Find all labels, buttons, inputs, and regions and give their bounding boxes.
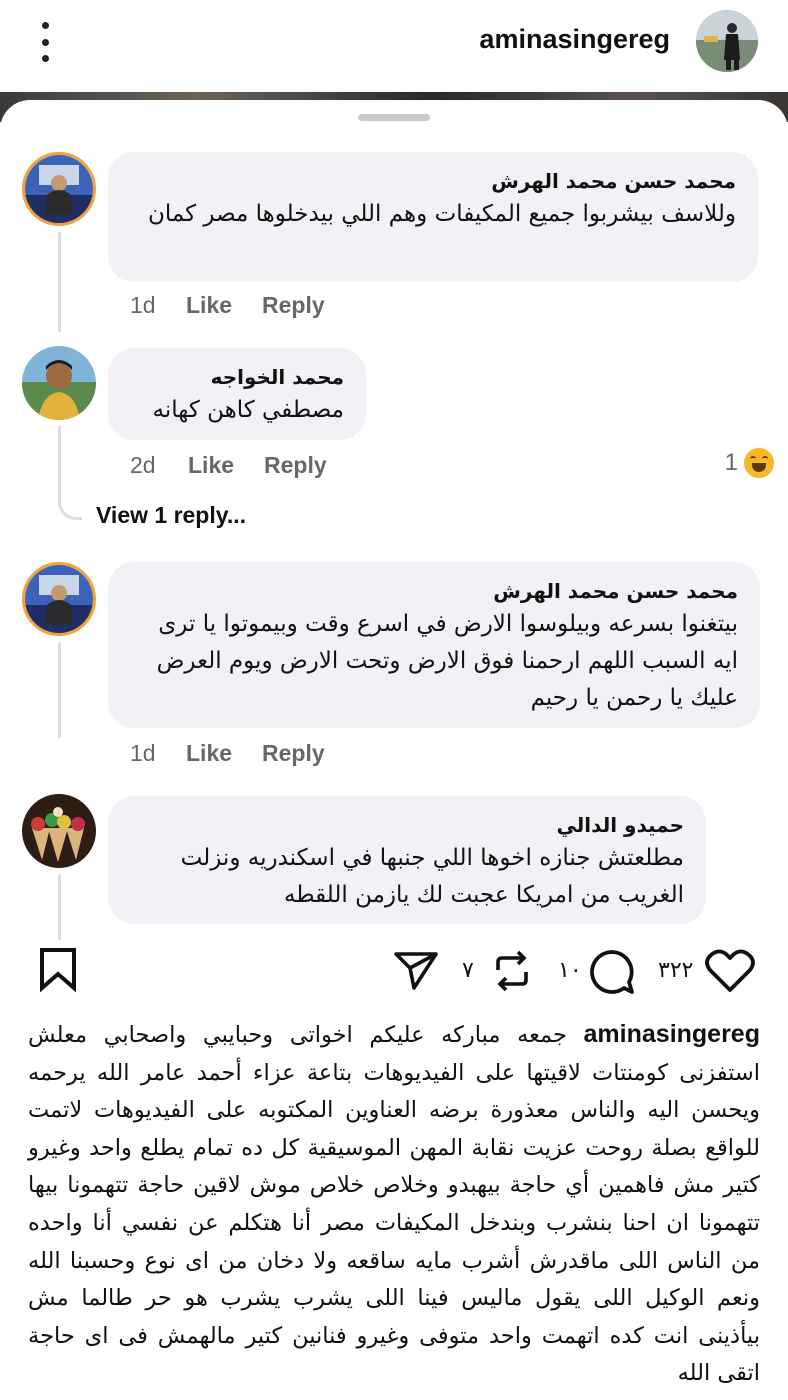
like-button[interactable]: Like bbox=[188, 452, 234, 479]
reply-button[interactable]: Reply bbox=[262, 292, 325, 319]
comment-author[interactable]: محمد الخواجه bbox=[130, 362, 344, 392]
comment-time: 2d bbox=[130, 452, 156, 478]
comment-author[interactable]: محمد حسن محمد الهرش bbox=[130, 576, 738, 606]
comment-bubble: محمد حسن محمد الهرش بيتغنوا بسرعه وبيلوس… bbox=[108, 562, 760, 728]
comment-count: ١٠ bbox=[558, 958, 582, 983]
post-caption: aminasingereg جمعه مباركه عليكم اخواتى و… bbox=[28, 1016, 760, 1393]
send-icon[interactable] bbox=[392, 948, 440, 996]
commenter-avatar[interactable] bbox=[22, 152, 96, 226]
comment-bubble: محمد الخواجه مصطفي كاهن كهانه bbox=[108, 348, 366, 440]
comment-meta: 1d Like Reply bbox=[130, 740, 355, 767]
bookmark-icon[interactable] bbox=[38, 946, 78, 996]
reply-button[interactable]: Reply bbox=[264, 452, 327, 479]
comment-bubble: حميدو الدالي مطلعتش جنازه اخوها اللي جنب… bbox=[108, 796, 706, 924]
reaction-count: 1 bbox=[724, 449, 738, 476]
top-bar: aminasingereg bbox=[0, 0, 788, 96]
commenter-avatar[interactable] bbox=[22, 562, 96, 636]
caption-username[interactable]: aminasingereg bbox=[584, 1020, 760, 1048]
sheet-drag-handle[interactable] bbox=[358, 114, 430, 121]
like-button[interactable]: Like bbox=[186, 292, 232, 319]
laughing-emoji-icon bbox=[744, 448, 774, 478]
thread-line bbox=[58, 426, 82, 520]
comment-text: مصطفي كاهن كهانه bbox=[152, 397, 344, 423]
comment-text: وللاسف بيشربوا جميع المكيفات وهم اللي بي… bbox=[147, 201, 736, 227]
commenter-avatar[interactable] bbox=[22, 794, 96, 868]
view-replies-link[interactable]: View 1 reply... bbox=[96, 502, 246, 529]
header-username[interactable]: aminasingereg bbox=[479, 24, 670, 55]
comment-bubble-icon[interactable] bbox=[588, 948, 636, 1000]
thread-line bbox=[58, 874, 61, 940]
commenter-avatar[interactable] bbox=[22, 346, 96, 420]
thread-line bbox=[58, 232, 61, 332]
comment-meta: 1d Like Reply bbox=[130, 292, 355, 319]
comment-bubble: محمد حسن محمد الهرش وللاسف بيشربوا جميع … bbox=[108, 152, 758, 282]
comment-time: 1d bbox=[130, 740, 156, 766]
reaction-summary[interactable]: 1 bbox=[725, 448, 774, 478]
repost-count: ٧ bbox=[462, 958, 474, 983]
comment-author[interactable]: حميدو الدالي bbox=[130, 810, 684, 840]
like-button[interactable]: Like bbox=[186, 740, 232, 767]
like-count: ٣٢٢ bbox=[658, 958, 694, 983]
thread-line bbox=[58, 642, 61, 738]
repost-icon[interactable] bbox=[490, 948, 534, 998]
comment-text: بيتغنوا بسرعه وبيلوسوا الارض في اسرع وقت… bbox=[156, 611, 738, 711]
more-vertical-icon[interactable] bbox=[36, 22, 54, 62]
comments-sheet[interactable]: محمد حسن محمد الهرش وللاسف بيشربوا جميع … bbox=[0, 100, 788, 940]
profile-avatar[interactable] bbox=[696, 10, 758, 72]
caption-text: جمعه مباركه عليكم اخواتى وحبايبي واصحابي… bbox=[28, 1022, 760, 1387]
comment-author[interactable]: محمد حسن محمد الهرش bbox=[130, 166, 736, 196]
comment-time: 1d bbox=[130, 292, 156, 318]
heart-icon[interactable] bbox=[704, 948, 756, 998]
comment-meta: 2d Like Reply bbox=[130, 452, 357, 479]
comment-text: مطلعتش جنازه اخوها اللي جنبها في اسكندري… bbox=[180, 845, 684, 908]
post-action-bar: ٧ ١٠ ٣٢٢ bbox=[0, 940, 788, 1010]
reply-button[interactable]: Reply bbox=[262, 740, 325, 767]
